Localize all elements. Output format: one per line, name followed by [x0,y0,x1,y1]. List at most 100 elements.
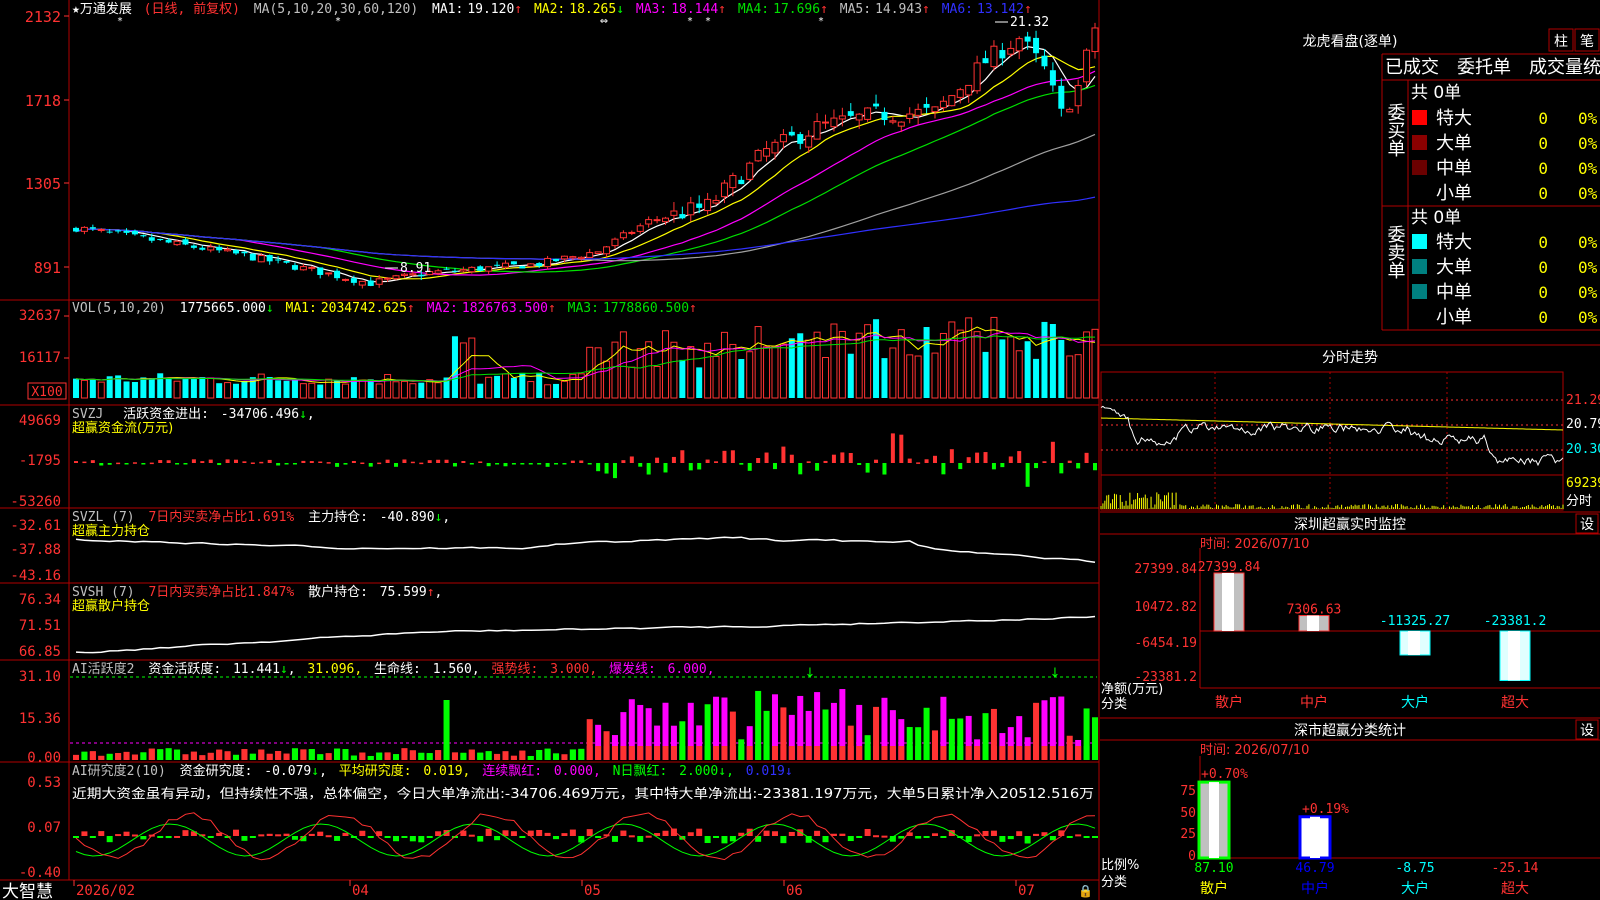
ai-research-bar [873,835,880,838]
volume-bar [459,342,467,399]
volume-bar [1041,321,1048,398]
volume-bar [477,383,484,398]
svzj-bar [267,459,272,463]
lock-icon[interactable]: 🔒 [1078,884,1093,898]
ai-research-v5: 0.019 [746,764,785,779]
candle-body [586,252,594,258]
ai-research-bar [611,836,618,842]
ai-active-y-tick: 0.00 [27,750,61,766]
ai-active-base [957,746,964,760]
volume-bar [358,379,366,399]
svzj-bar [326,462,331,464]
tab-executed[interactable]: 已成交 [1385,57,1439,78]
svzj-bar [975,452,980,463]
volume-bar [131,382,138,398]
ai-active-base [157,749,164,760]
candle-body [73,227,79,232]
ai-research-bar [1075,834,1082,837]
svzj-bar [865,463,870,473]
buy-row-swatch [1412,160,1427,175]
ai-research-bar [965,836,972,843]
candle-body [233,250,240,254]
ai-active-base [1033,746,1040,760]
ma2-dir: ↓ [616,2,624,17]
ai-research-bar [393,836,400,842]
ai-research-bar [544,832,551,836]
stats-time: 时间: 2026/07/10 [1200,743,1309,758]
tab-volume-stats[interactable]: 成交量统计 [1529,57,1600,78]
tab-orders[interactable]: 委托单 [1457,57,1511,78]
ai-active-base [713,746,720,760]
candle-body [459,268,467,272]
ai-active-base [468,749,475,760]
sell-row-swatch [1412,234,1427,249]
ma1-label: MA1: [432,2,463,17]
candle-body [510,261,517,265]
ai-research-bar [1033,833,1040,836]
candle-body [375,278,383,285]
candle-body [341,278,349,281]
ai-active-base [275,751,282,760]
ai-active-base [1083,746,1090,760]
ai-research-bar [485,828,492,836]
volume-bar [165,378,172,398]
ai-active-base [965,746,972,760]
ai-research-bar [881,835,888,838]
candle-body [939,100,947,109]
app-logo[interactable]: 大智慧 [2,882,53,900]
ai-research-y-tick: -0.40 [19,865,61,881]
volume-bar [1024,341,1031,398]
svzj-bar [276,463,281,466]
ai-research-bar [982,830,989,836]
svzj-bar [175,463,180,465]
volume-bar [645,341,653,399]
sell-side-label: 委卖单 [1385,225,1406,279]
ai-research-bar [359,830,366,836]
signal-arrow-icon: ↓ [1050,666,1061,681]
svzj-bar [116,462,121,465]
candle-body [746,162,754,180]
svzj-bar [225,459,230,463]
candle-body [392,275,400,280]
svzj-bar [1034,463,1039,469]
ai-active-base [451,752,458,760]
ai-active-base [1092,746,1098,760]
ai-research-bar [182,830,189,836]
svzj-bar [183,463,188,465]
candle-body [838,115,846,120]
svsh-y-ticks: 76.34 71.51 66.85 [19,592,61,660]
ai-active-label5: 爆发线: [609,661,656,677]
event-star-icon: * [118,16,123,27]
high-label: 21.32 [1010,15,1049,30]
svzj-bar [419,462,424,465]
ai-active-base [359,752,366,760]
ai-active-base [241,749,248,760]
candle-body [1007,47,1015,55]
svzj-bar [191,459,196,463]
ai-research-bar [157,836,164,838]
volume-bar [207,377,215,399]
ai-active-base [502,751,509,760]
svzj-bar [1050,441,1055,463]
ai-research-bar [81,831,88,836]
ai-active-base [654,746,661,760]
ai-research-bar [595,836,602,838]
ai-active-base [999,746,1006,760]
volume-bar [653,366,661,399]
svzj-bar [638,463,643,467]
ai-active-base [670,746,677,760]
candle-body [308,266,316,269]
ai-active-base [435,750,442,760]
candle-body [914,108,922,116]
ai-research-bar [561,833,568,836]
candle-body [199,247,206,250]
ai-active-base [291,748,298,760]
volume-bar [628,366,636,399]
ai-research-bar [207,836,214,838]
vol-ma3-dir: ↑ [689,301,697,316]
svzj-bar [806,461,811,463]
stats-settings-label: 设 [1580,723,1594,739]
ai-research-bar [510,831,517,836]
ai-research-bar [275,834,282,837]
ai-research-bar [923,836,930,838]
